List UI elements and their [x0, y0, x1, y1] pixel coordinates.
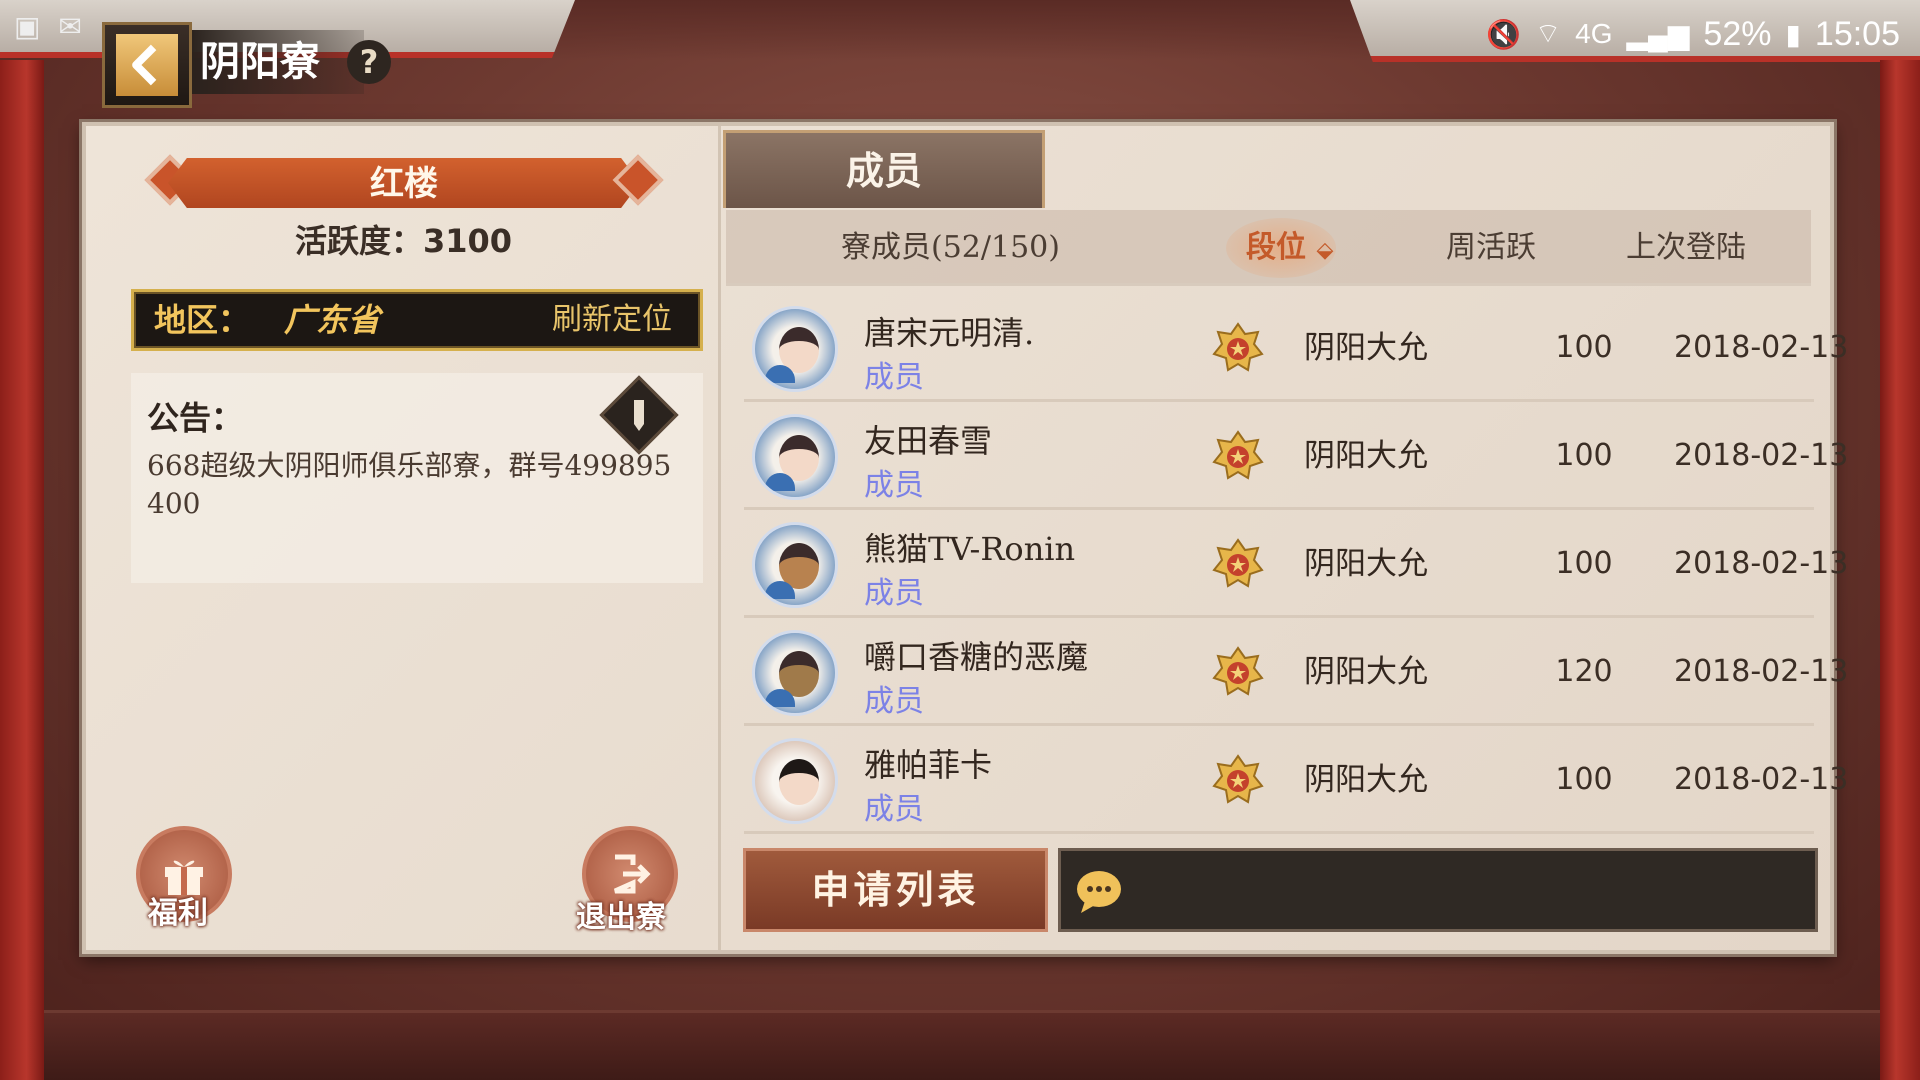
member-name: 唐宋元明清.: [864, 314, 1035, 352]
leave-guild-label: 退出寮: [576, 900, 666, 935]
guild-activity: 活跃度：3100: [294, 222, 513, 260]
status-bar: 🔇 ⌔ 4G ▂▄▆ 52% ▮ 15:05: [1486, 8, 1900, 60]
image-notification-icon: ▣: [14, 10, 41, 43]
member-last-login: 2018-02-13: [1674, 762, 1849, 797]
member-rank: 阴阳大允: [1304, 330, 1428, 366]
rank-star-badge-icon: [1212, 754, 1264, 804]
rank-star-badge-icon: [1212, 430, 1264, 480]
member-last-login: 2018-02-13: [1674, 330, 1849, 365]
member-rank: 阴阳大允: [1304, 762, 1428, 798]
member-last-login: 2018-02-13: [1674, 546, 1849, 581]
signal-icon: ▂▄▆: [1626, 18, 1690, 50]
rank-star-badge-icon: [1212, 646, 1264, 696]
floor: [44, 1010, 1880, 1080]
network-type: 4G: [1575, 18, 1613, 49]
back-button[interactable]: [102, 22, 192, 108]
member-avatar[interactable]: [752, 522, 838, 608]
member-weekly-activity: 100: [1555, 546, 1613, 581]
member-rank: 阴阳大允: [1304, 546, 1428, 582]
guild-name-banner: 红楼: [144, 154, 664, 212]
guild-panel: 红楼 活跃度：3100 地区： 广东省 刷新定位 公告： 668超级大阴阳师俱乐…: [82, 122, 1848, 954]
help-icon[interactable]: ?: [347, 40, 391, 84]
member-rank: 阴阳大允: [1304, 654, 1428, 690]
chat-bubble-icon[interactable]: [1073, 865, 1125, 917]
header-members: 寮成员(52/150): [841, 230, 1060, 265]
member-name: 嚼口香糖的恶魔: [864, 638, 1089, 676]
member-avatar[interactable]: [752, 414, 838, 500]
notice-body: 668超级大阴阳师俱乐部寮，群号499895400: [147, 449, 672, 520]
member-weekly-activity: 120: [1555, 654, 1613, 689]
member-role: 成员: [864, 468, 924, 503]
member-weekly-activity: 100: [1555, 438, 1613, 473]
members-table-header: 寮成员(52/150) 段位 ⬙ 周活跃 上次登陆: [726, 210, 1811, 286]
member-row[interactable]: 嚼口香糖的恶魔 成员 阴阳大允 120 2018-02-13: [744, 618, 1848, 726]
member-name: 熊猫TV-Ronin: [864, 530, 1076, 568]
notice-box: 公告： 668超级大阴阳师俱乐部寮，群号499895400: [131, 373, 703, 583]
member-weekly-activity: 100: [1555, 330, 1613, 365]
wifi-icon: ⌔: [1534, 17, 1562, 49]
member-avatar[interactable]: [752, 306, 838, 392]
chat-bar[interactable]: [1058, 848, 1818, 932]
region-label: 地区：: [154, 301, 251, 339]
mute-icon: 🔇: [1485, 18, 1521, 50]
notification-icons: ▣ ✉: [14, 10, 82, 43]
guild-info-column: 红楼 活跃度：3100 地区： 广东省 刷新定位 公告： 668超级大阴阳师俱乐…: [86, 126, 721, 950]
pencil-icon: [634, 400, 644, 431]
region-value: 广东省: [284, 301, 381, 339]
welfare-label: 福利: [148, 896, 208, 931]
member-avatar[interactable]: [752, 630, 838, 716]
member-last-login: 2018-02-13: [1674, 438, 1849, 473]
rank-star-badge-icon: [1212, 322, 1264, 372]
member-last-login: 2018-02-13: [1674, 654, 1849, 689]
member-row[interactable]: 熊猫TV-Ronin 成员 阴阳大允 100 2018-02-13: [744, 510, 1848, 618]
member-role: 成员: [864, 360, 924, 395]
sort-down-icon: ⬙: [1316, 237, 1334, 263]
back-arrow-icon: [116, 34, 178, 96]
rank-star-badge-icon: [1212, 538, 1264, 588]
header-rank[interactable]: 段位 ⬙: [1246, 210, 1333, 288]
member-role: 成员: [864, 576, 924, 611]
apply-list-button[interactable]: 申请列表: [743, 848, 1048, 932]
header-weekly: 周活跃: [1446, 230, 1536, 265]
battery-percent: 52%: [1703, 14, 1772, 53]
member-name: 雅帕菲卡: [864, 746, 993, 784]
member-rank: 阴阳大允: [1304, 438, 1428, 474]
notice-title: 公告：: [147, 399, 244, 437]
message-notification-icon: ✉: [58, 10, 82, 43]
clock: 15:05: [1814, 14, 1900, 53]
pillar-right: [1880, 60, 1920, 1080]
member-row[interactable]: 友田春雪 成员 阴阳大允 100 2018-02-13: [744, 402, 1848, 510]
edit-notice-button[interactable]: [599, 375, 679, 455]
region-box: 地区： 广东省 刷新定位: [131, 289, 703, 351]
guild-name: 红楼: [370, 164, 438, 204]
member-role: 成员: [864, 684, 924, 719]
refresh-location-button[interactable]: 刷新定位: [552, 292, 672, 348]
header-last-login: 上次登陆: [1626, 230, 1746, 265]
members-list[interactable]: 唐宋元明清. 成员 阴阳大允 100 2018-02-13 友田春雪 成员 阴阳…: [744, 294, 1848, 834]
member-row[interactable]: 雅帕菲卡 成员 阴阳大允 100 2018-02-13: [744, 726, 1848, 834]
tab-members[interactable]: 成员: [723, 130, 1045, 208]
member-row[interactable]: 唐宋元明清. 成员 阴阳大允 100 2018-02-13: [744, 294, 1848, 402]
page-title: 阴阳寮: [190, 30, 364, 94]
member-name: 友田春雪: [864, 422, 993, 460]
member-avatar[interactable]: [752, 738, 838, 824]
battery-icon: ▮: [1785, 18, 1801, 50]
pillar-left: [0, 60, 44, 1080]
member-role: 成员: [864, 792, 924, 827]
header-rank-label: 段位: [1246, 230, 1306, 265]
member-weekly-activity: 100: [1555, 762, 1613, 797]
